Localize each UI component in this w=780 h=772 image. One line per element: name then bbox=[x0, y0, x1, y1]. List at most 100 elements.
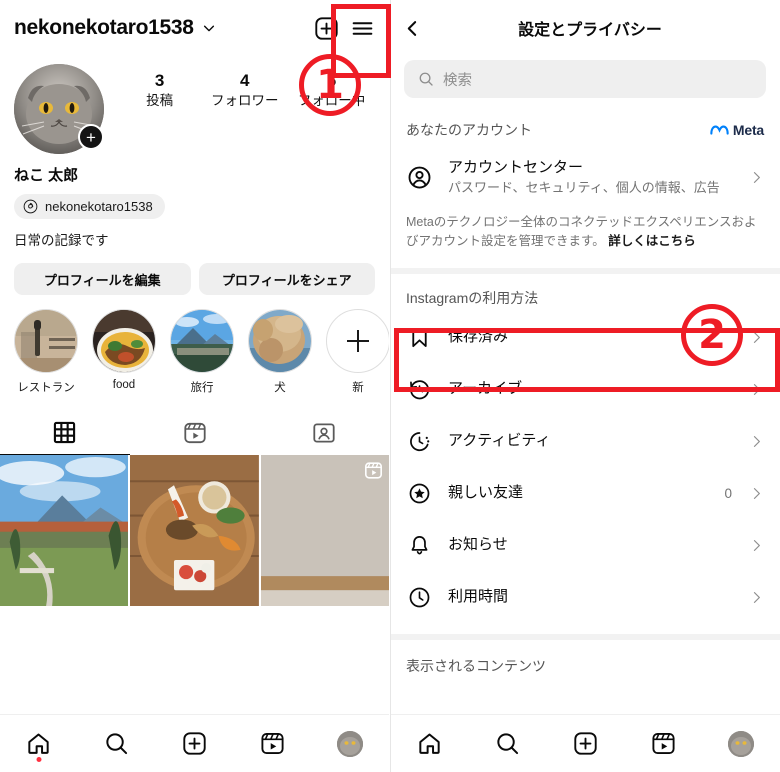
meta-note: Metaのテクノロジー全体のコネクテッドエクスペリエンスおよびアカウント設定を管… bbox=[390, 207, 780, 252]
highlight-cover bbox=[14, 309, 78, 373]
close-friends-row[interactable]: 親しい友達 0 bbox=[390, 468, 780, 520]
nav-search[interactable] bbox=[485, 722, 529, 766]
tab-grid[interactable] bbox=[0, 411, 130, 455]
chevron-right-icon bbox=[750, 331, 764, 344]
highlight-label: 新 bbox=[352, 382, 364, 394]
settings-screen: 設定とプライバシー 検索 あなたのアカウント Meta アカウントセンター パス… bbox=[390, 0, 780, 772]
stat-following[interactable]: 6 フォロー中 bbox=[298, 70, 366, 112]
notifications-title: お知らせ bbox=[448, 536, 508, 554]
archive-text: アーカイブ bbox=[448, 379, 734, 399]
highlight-new-cover bbox=[326, 309, 389, 373]
content-section-header: 表示されるコンテンツ bbox=[390, 640, 780, 678]
grid-cell[interactable] bbox=[130, 455, 259, 607]
highlight-new[interactable]: 新 bbox=[326, 309, 389, 395]
stat-following-count: 6 bbox=[326, 71, 337, 90]
account-center-text: アカウントセンター パスワード、セキュリティ、個人の情報、広告 bbox=[448, 158, 734, 197]
threads-badge[interactable]: nekonekotaro1538 bbox=[14, 194, 165, 219]
meta-infinity-icon bbox=[710, 125, 729, 135]
saved-row[interactable]: 保存済み bbox=[390, 312, 780, 364]
close-friends-star-icon bbox=[406, 482, 432, 505]
bookmark-icon bbox=[406, 326, 432, 349]
plus-square-icon[interactable] bbox=[311, 13, 341, 43]
reels-icon bbox=[183, 422, 206, 444]
nav-notification-dot bbox=[36, 756, 42, 762]
bottom-nav-left bbox=[0, 714, 389, 772]
stat-posts-label: 投稿 bbox=[146, 93, 174, 109]
profile-screen: nekonekotaro1538 + 3 投稿 4 フォロワー 6 フォロー中 … bbox=[0, 0, 390, 772]
profile-avatar-icon bbox=[728, 730, 754, 757]
activity-icon bbox=[406, 430, 432, 453]
hamburger-menu-icon[interactable] bbox=[347, 13, 377, 43]
bell-icon bbox=[406, 534, 432, 557]
account-section-header: あなたのアカウント Meta bbox=[390, 98, 780, 148]
tab-tagged[interactable] bbox=[259, 411, 389, 455]
meta-note-link[interactable]: 詳しくはこちら bbox=[608, 234, 696, 248]
profile-username[interactable]: nekonekotaro1538 bbox=[14, 16, 194, 40]
profile-display-name: ねこ 太郎 bbox=[14, 167, 79, 184]
how-to-use-section-title: Instagramの利用方法 bbox=[406, 289, 539, 306]
highlight-label: 旅行 bbox=[190, 382, 214, 394]
story-highlights: レストラン food 旅行 犬 新 bbox=[0, 295, 389, 395]
saved-title: 保存済み bbox=[448, 328, 509, 346]
profile-actions: プロフィールを編集 プロフィールをシェア bbox=[0, 249, 389, 295]
post-thumbnail-landscape bbox=[0, 455, 129, 607]
meta-label: Meta bbox=[732, 122, 764, 138]
archive-title: アーカイブ bbox=[448, 380, 523, 398]
activity-row[interactable]: アクティビティ bbox=[390, 416, 780, 468]
home-icon bbox=[418, 733, 440, 754]
chevron-right-icon bbox=[750, 383, 764, 396]
reel-badge bbox=[364, 461, 383, 485]
panel-separator bbox=[390, 0, 391, 772]
avatar-thumb bbox=[337, 730, 364, 757]
search-input[interactable]: 検索 bbox=[443, 69, 472, 90]
nav-reels[interactable] bbox=[250, 722, 294, 766]
nav-profile[interactable] bbox=[719, 722, 763, 766]
tab-reels[interactable] bbox=[130, 411, 260, 455]
share-profile-button[interactable]: プロフィールをシェア bbox=[198, 263, 375, 295]
highlight-dog[interactable]: 犬 bbox=[248, 309, 312, 395]
nav-create[interactable] bbox=[172, 722, 216, 766]
nav-create[interactable] bbox=[563, 722, 607, 766]
chevron-right-icon bbox=[750, 487, 764, 500]
close-friends-text: 親しい友達 bbox=[448, 483, 708, 503]
close-friends-count: 0 bbox=[724, 486, 732, 502]
search-icon bbox=[496, 733, 518, 755]
notifications-row[interactable]: お知らせ bbox=[390, 520, 780, 572]
stat-posts[interactable]: 3 投稿 bbox=[128, 70, 192, 112]
nav-home[interactable] bbox=[407, 722, 451, 766]
stat-followers-count: 4 bbox=[240, 71, 250, 90]
stat-followers[interactable]: 4 フォロワー bbox=[211, 70, 279, 112]
reels-icon bbox=[261, 732, 284, 755]
edit-profile-button[interactable]: プロフィールを編集 bbox=[14, 263, 191, 295]
highlight-image-travel bbox=[171, 310, 233, 372]
nav-profile[interactable] bbox=[328, 722, 372, 766]
grid-cell[interactable] bbox=[0, 455, 129, 607]
nav-reels[interactable] bbox=[641, 722, 685, 766]
nav-search[interactable] bbox=[95, 722, 139, 766]
settings-search[interactable]: 検索 bbox=[404, 60, 766, 98]
search-icon bbox=[419, 72, 433, 86]
profile-bio: 日常の記録です bbox=[14, 233, 109, 248]
chevron-down-icon[interactable] bbox=[202, 21, 216, 35]
highlight-travel[interactable]: 旅行 bbox=[170, 309, 234, 395]
create-icon bbox=[573, 732, 597, 755]
highlight-label: 犬 bbox=[274, 382, 286, 394]
nav-home[interactable] bbox=[17, 722, 61, 766]
archive-row[interactable]: アーカイブ bbox=[390, 364, 780, 416]
tagged-icon bbox=[313, 423, 335, 443]
highlight-cover bbox=[92, 309, 156, 373]
post-thumbnail-food bbox=[130, 455, 259, 607]
chevron-right-icon bbox=[750, 539, 764, 552]
grid-cell[interactable] bbox=[260, 455, 389, 607]
create-icon bbox=[183, 732, 206, 755]
account-center-row[interactable]: アカウントセンター パスワード、セキュリティ、個人の情報、広告 bbox=[390, 148, 780, 207]
highlight-food[interactable]: food bbox=[92, 309, 156, 395]
avatar[interactable]: + bbox=[14, 64, 104, 154]
time-spent-row[interactable]: 利用時間 bbox=[390, 572, 780, 624]
profile-summary: + 3 投稿 4 フォロワー 6 フォロー中 bbox=[0, 56, 389, 154]
profile-tabbar bbox=[0, 411, 389, 455]
avatar-add-badge[interactable]: + bbox=[78, 124, 104, 150]
highlight-restaurant[interactable]: レストラン bbox=[14, 309, 78, 395]
how-to-use-section-header: Instagramの利用方法 bbox=[390, 274, 780, 312]
grid-icon bbox=[54, 421, 76, 444]
